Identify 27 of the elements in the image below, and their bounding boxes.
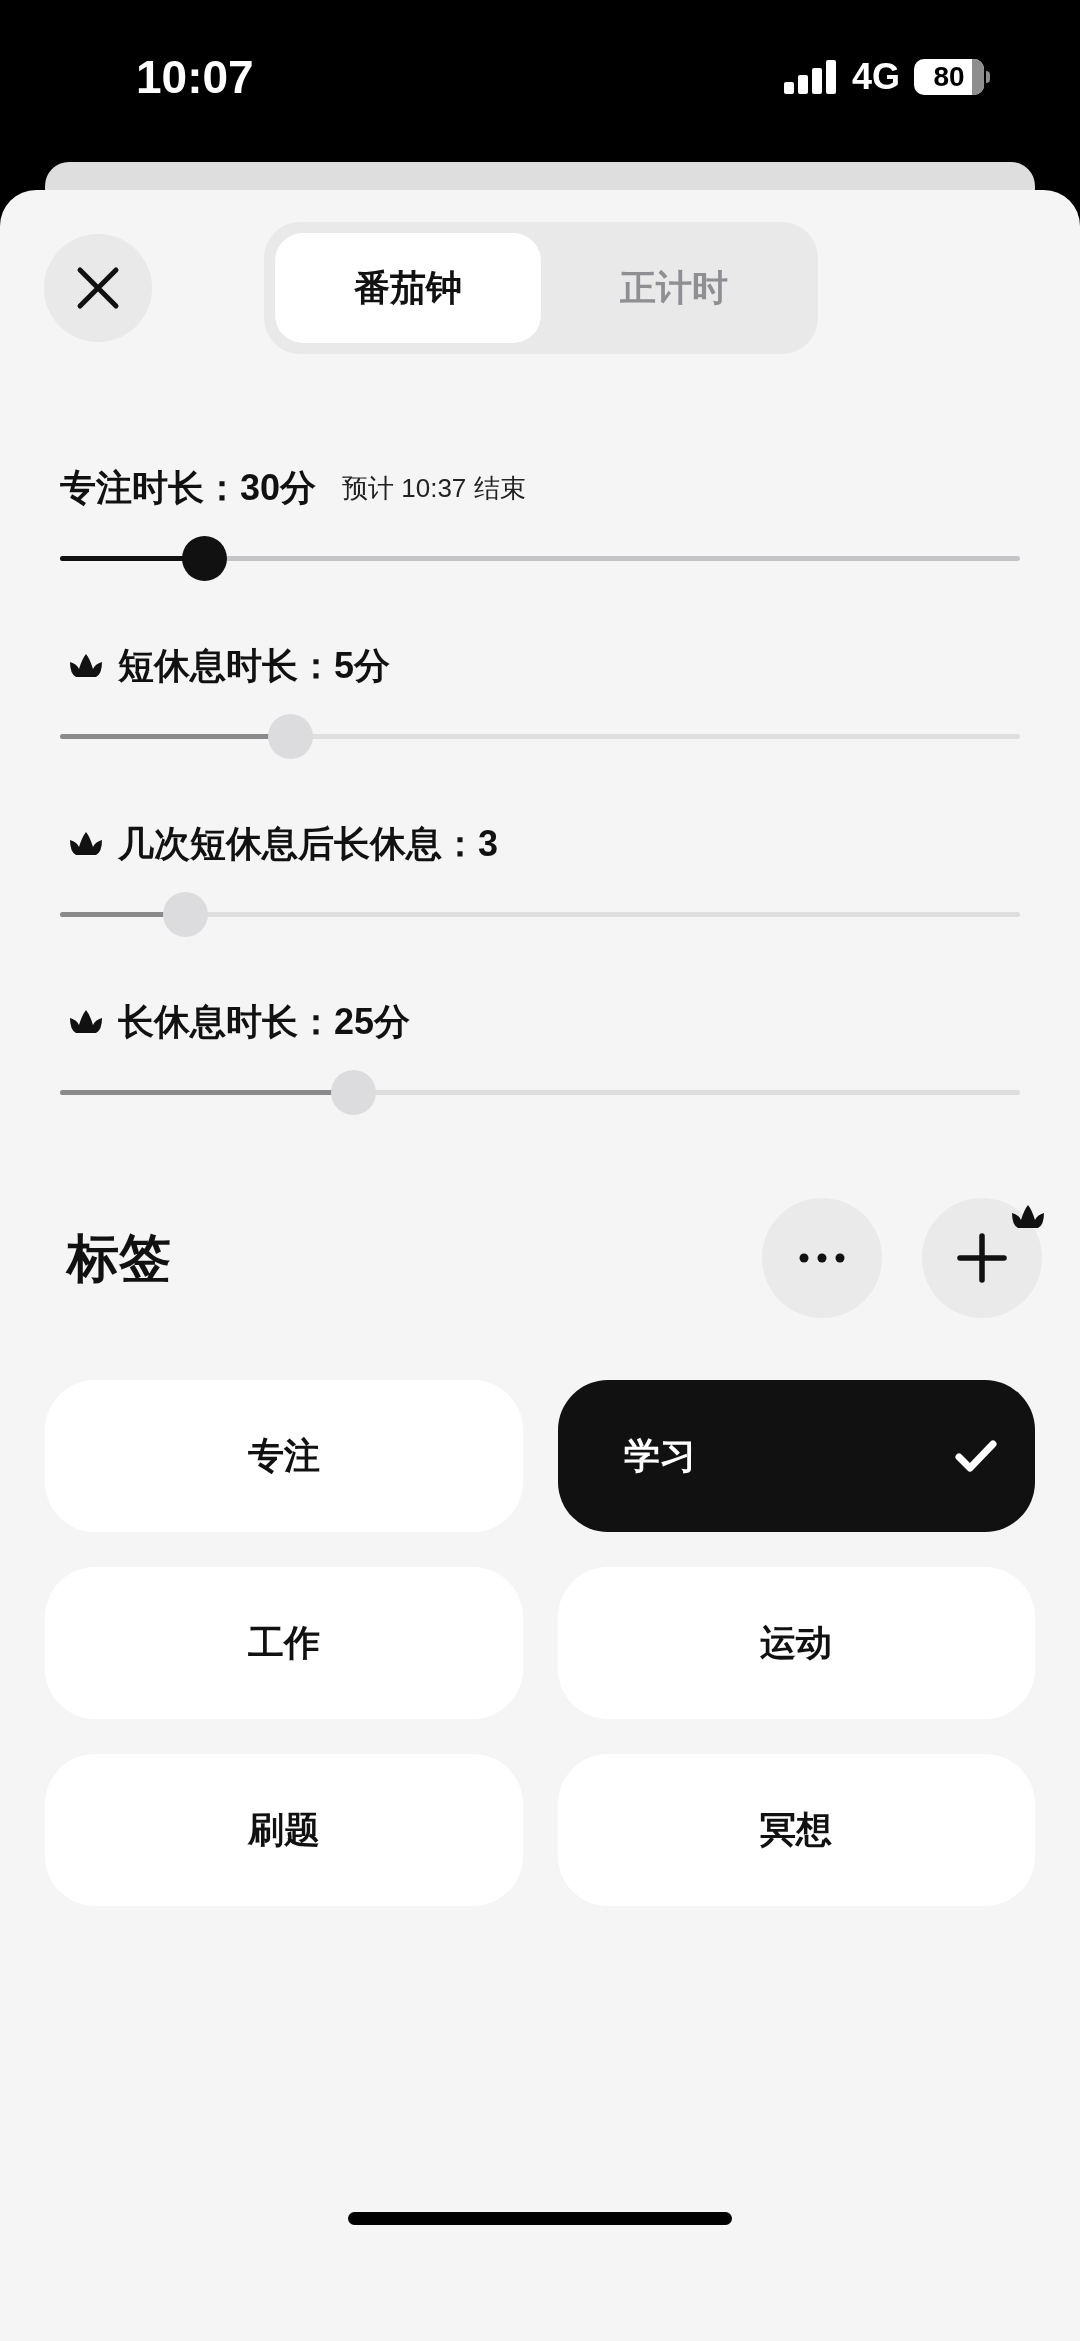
setting-label: 短休息时长：5分 — [118, 644, 391, 688]
slider[interactable] — [60, 892, 1020, 937]
status-time: 10:07 — [136, 49, 254, 105]
setting-label: 几次短休息后长休息：3 — [118, 822, 499, 866]
tag-button[interactable]: 学习 — [557, 1380, 1035, 1532]
tag-button[interactable]: 刷题 — [45, 1754, 523, 1906]
setting-label: 长休息时长：25分 — [118, 1000, 411, 1044]
close-icon — [76, 266, 120, 310]
mode-tab[interactable]: 番茄钟 — [275, 233, 541, 343]
crown-icon — [68, 832, 104, 856]
slider[interactable] — [60, 1070, 1020, 1115]
plus-icon — [957, 1233, 1007, 1283]
end-time-note: 预计 10:37 结束 — [342, 471, 526, 505]
tag-button[interactable]: 工作 — [45, 1567, 523, 1719]
section-title: 标签 — [67, 1228, 171, 1289]
network-label: 4G — [851, 55, 900, 99]
more-icon — [799, 1253, 845, 1263]
crown-icon — [68, 1010, 104, 1034]
slider[interactable] — [60, 714, 1020, 759]
check-icon — [955, 1440, 997, 1472]
tag-button[interactable]: 冥想 — [557, 1754, 1035, 1906]
signal-icon — [783, 60, 838, 94]
crown-icon — [68, 654, 104, 678]
setting-label: 专注时长：30分 — [60, 466, 317, 510]
tag-button[interactable]: 运动 — [557, 1567, 1035, 1719]
tag-button[interactable]: 专注 — [45, 1380, 523, 1532]
slider[interactable] — [60, 536, 1020, 581]
